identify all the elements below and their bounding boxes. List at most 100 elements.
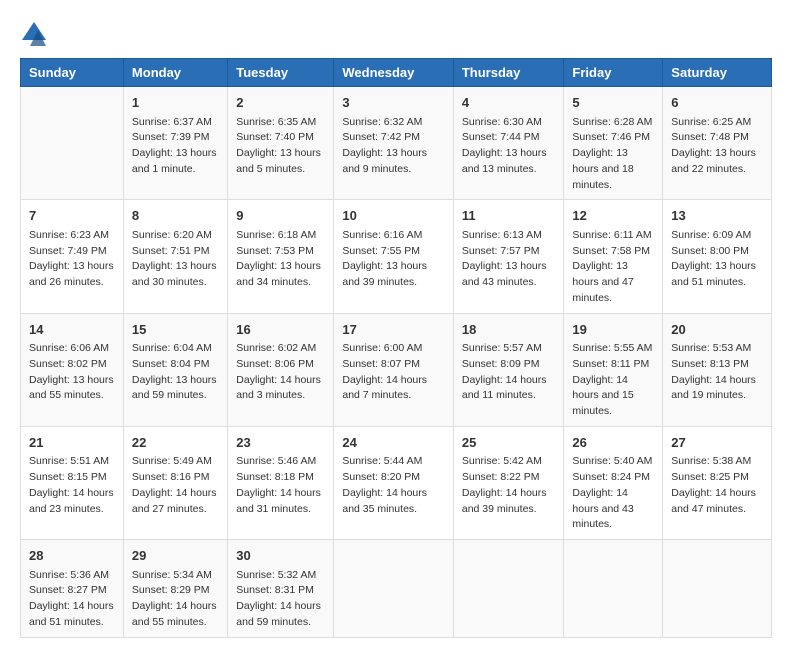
day-cell: 6Sunrise: 6:25 AMSunset: 7:48 PMDaylight…	[663, 87, 772, 200]
header-wednesday: Wednesday	[334, 59, 454, 87]
day-info: Sunrise: 6:13 AMSunset: 7:57 PMDaylight:…	[462, 228, 556, 291]
day-number: 26	[572, 433, 654, 453]
day-info: Sunrise: 5:44 AMSunset: 8:20 PMDaylight:…	[342, 454, 445, 517]
day-info: Sunrise: 5:51 AMSunset: 8:15 PMDaylight:…	[29, 454, 115, 517]
day-number: 7	[29, 206, 115, 226]
day-number: 5	[572, 93, 654, 113]
day-number: 15	[132, 320, 219, 340]
day-cell: 13Sunrise: 6:09 AMSunset: 8:00 PMDayligh…	[663, 200, 772, 313]
day-number: 20	[671, 320, 763, 340]
day-cell: 23Sunrise: 5:46 AMSunset: 8:18 PMDayligh…	[228, 426, 334, 539]
day-number: 27	[671, 433, 763, 453]
day-cell: 8Sunrise: 6:20 AMSunset: 7:51 PMDaylight…	[123, 200, 227, 313]
day-info: Sunrise: 6:00 AMSunset: 8:07 PMDaylight:…	[342, 341, 445, 404]
day-number: 24	[342, 433, 445, 453]
week-row-1: 1Sunrise: 6:37 AMSunset: 7:39 PMDaylight…	[21, 87, 772, 200]
day-info: Sunrise: 6:25 AMSunset: 7:48 PMDaylight:…	[671, 115, 763, 178]
day-cell: 29Sunrise: 5:34 AMSunset: 8:29 PMDayligh…	[123, 540, 227, 638]
day-cell: 11Sunrise: 6:13 AMSunset: 7:57 PMDayligh…	[453, 200, 564, 313]
day-cell: 9Sunrise: 6:18 AMSunset: 7:53 PMDaylight…	[228, 200, 334, 313]
day-number: 4	[462, 93, 556, 113]
day-info: Sunrise: 6:28 AMSunset: 7:46 PMDaylight:…	[572, 115, 654, 194]
day-cell: 22Sunrise: 5:49 AMSunset: 8:16 PMDayligh…	[123, 426, 227, 539]
day-cell: 17Sunrise: 6:00 AMSunset: 8:07 PMDayligh…	[334, 313, 454, 426]
header-friday: Friday	[564, 59, 663, 87]
day-info: Sunrise: 5:53 AMSunset: 8:13 PMDaylight:…	[671, 341, 763, 404]
header-thursday: Thursday	[453, 59, 564, 87]
day-info: Sunrise: 6:37 AMSunset: 7:39 PMDaylight:…	[132, 115, 219, 178]
day-cell: 15Sunrise: 6:04 AMSunset: 8:04 PMDayligh…	[123, 313, 227, 426]
day-number: 13	[671, 206, 763, 226]
day-cell: 16Sunrise: 6:02 AMSunset: 8:06 PMDayligh…	[228, 313, 334, 426]
day-info: Sunrise: 6:11 AMSunset: 7:58 PMDaylight:…	[572, 228, 654, 307]
week-row-2: 7Sunrise: 6:23 AMSunset: 7:49 PMDaylight…	[21, 200, 772, 313]
day-number: 2	[236, 93, 325, 113]
day-info: Sunrise: 5:42 AMSunset: 8:22 PMDaylight:…	[462, 454, 556, 517]
calendar-header-row: SundayMondayTuesdayWednesdayThursdayFrid…	[21, 59, 772, 87]
day-info: Sunrise: 6:35 AMSunset: 7:40 PMDaylight:…	[236, 115, 325, 178]
day-cell: 24Sunrise: 5:44 AMSunset: 8:20 PMDayligh…	[334, 426, 454, 539]
day-number: 18	[462, 320, 556, 340]
day-cell: 25Sunrise: 5:42 AMSunset: 8:22 PMDayligh…	[453, 426, 564, 539]
week-row-4: 21Sunrise: 5:51 AMSunset: 8:15 PMDayligh…	[21, 426, 772, 539]
day-cell: 26Sunrise: 5:40 AMSunset: 8:24 PMDayligh…	[564, 426, 663, 539]
day-cell: 10Sunrise: 6:16 AMSunset: 7:55 PMDayligh…	[334, 200, 454, 313]
day-cell: 12Sunrise: 6:11 AMSunset: 7:58 PMDayligh…	[564, 200, 663, 313]
day-number: 9	[236, 206, 325, 226]
day-cell	[663, 540, 772, 638]
day-cell: 2Sunrise: 6:35 AMSunset: 7:40 PMDaylight…	[228, 87, 334, 200]
day-cell: 1Sunrise: 6:37 AMSunset: 7:39 PMDaylight…	[123, 87, 227, 200]
day-info: Sunrise: 5:40 AMSunset: 8:24 PMDaylight:…	[572, 454, 654, 533]
day-number: 25	[462, 433, 556, 453]
page-header	[20, 20, 772, 48]
day-number: 28	[29, 546, 115, 566]
day-number: 14	[29, 320, 115, 340]
day-info: Sunrise: 5:57 AMSunset: 8:09 PMDaylight:…	[462, 341, 556, 404]
day-cell	[564, 540, 663, 638]
day-info: Sunrise: 5:38 AMSunset: 8:25 PMDaylight:…	[671, 454, 763, 517]
day-cell: 5Sunrise: 6:28 AMSunset: 7:46 PMDaylight…	[564, 87, 663, 200]
logo	[20, 20, 52, 48]
day-cell: 20Sunrise: 5:53 AMSunset: 8:13 PMDayligh…	[663, 313, 772, 426]
day-number: 12	[572, 206, 654, 226]
day-number: 22	[132, 433, 219, 453]
calendar-table: SundayMondayTuesdayWednesdayThursdayFrid…	[20, 58, 772, 638]
day-info: Sunrise: 6:09 AMSunset: 8:00 PMDaylight:…	[671, 228, 763, 291]
day-cell: 4Sunrise: 6:30 AMSunset: 7:44 PMDaylight…	[453, 87, 564, 200]
day-cell: 14Sunrise: 6:06 AMSunset: 8:02 PMDayligh…	[21, 313, 124, 426]
day-number: 3	[342, 93, 445, 113]
day-info: Sunrise: 6:30 AMSunset: 7:44 PMDaylight:…	[462, 115, 556, 178]
logo-icon	[20, 20, 48, 48]
day-cell: 18Sunrise: 5:57 AMSunset: 8:09 PMDayligh…	[453, 313, 564, 426]
day-number: 29	[132, 546, 219, 566]
day-cell	[21, 87, 124, 200]
header-tuesday: Tuesday	[228, 59, 334, 87]
day-info: Sunrise: 5:36 AMSunset: 8:27 PMDaylight:…	[29, 568, 115, 631]
header-sunday: Sunday	[21, 59, 124, 87]
day-cell: 27Sunrise: 5:38 AMSunset: 8:25 PMDayligh…	[663, 426, 772, 539]
day-number: 17	[342, 320, 445, 340]
week-row-5: 28Sunrise: 5:36 AMSunset: 8:27 PMDayligh…	[21, 540, 772, 638]
day-number: 23	[236, 433, 325, 453]
day-info: Sunrise: 5:34 AMSunset: 8:29 PMDaylight:…	[132, 568, 219, 631]
day-cell: 28Sunrise: 5:36 AMSunset: 8:27 PMDayligh…	[21, 540, 124, 638]
day-info: Sunrise: 6:32 AMSunset: 7:42 PMDaylight:…	[342, 115, 445, 178]
day-cell	[453, 540, 564, 638]
day-number: 30	[236, 546, 325, 566]
day-number: 21	[29, 433, 115, 453]
day-cell: 7Sunrise: 6:23 AMSunset: 7:49 PMDaylight…	[21, 200, 124, 313]
header-monday: Monday	[123, 59, 227, 87]
day-info: Sunrise: 6:02 AMSunset: 8:06 PMDaylight:…	[236, 341, 325, 404]
day-number: 19	[572, 320, 654, 340]
day-cell: 21Sunrise: 5:51 AMSunset: 8:15 PMDayligh…	[21, 426, 124, 539]
day-info: Sunrise: 6:18 AMSunset: 7:53 PMDaylight:…	[236, 228, 325, 291]
day-cell	[334, 540, 454, 638]
day-info: Sunrise: 6:23 AMSunset: 7:49 PMDaylight:…	[29, 228, 115, 291]
day-info: Sunrise: 5:46 AMSunset: 8:18 PMDaylight:…	[236, 454, 325, 517]
day-info: Sunrise: 5:55 AMSunset: 8:11 PMDaylight:…	[572, 341, 654, 420]
day-info: Sunrise: 6:04 AMSunset: 8:04 PMDaylight:…	[132, 341, 219, 404]
day-number: 11	[462, 206, 556, 226]
week-row-3: 14Sunrise: 6:06 AMSunset: 8:02 PMDayligh…	[21, 313, 772, 426]
day-info: Sunrise: 5:49 AMSunset: 8:16 PMDaylight:…	[132, 454, 219, 517]
day-info: Sunrise: 6:20 AMSunset: 7:51 PMDaylight:…	[132, 228, 219, 291]
